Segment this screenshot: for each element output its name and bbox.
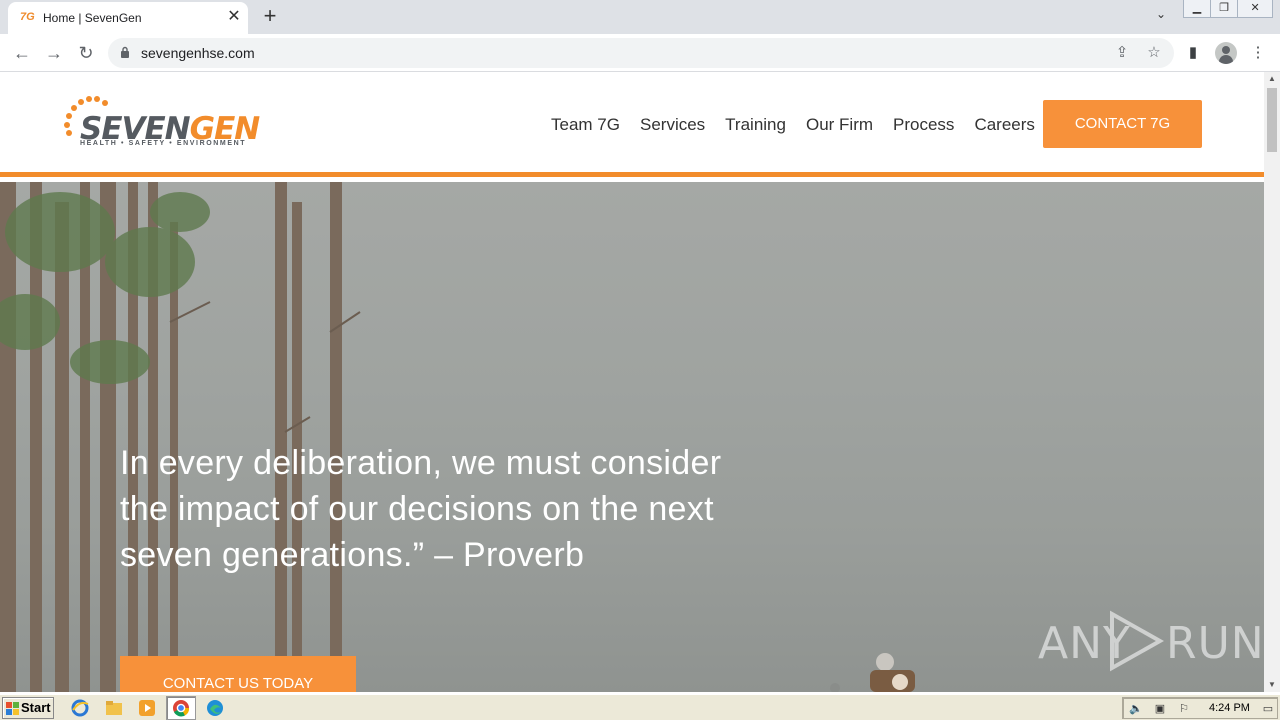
network-icon[interactable]: ▣ bbox=[1153, 702, 1167, 716]
tab-search-chevron-icon[interactable]: ⌄ bbox=[1150, 7, 1172, 27]
show-desktop-icon[interactable]: ▭ bbox=[1261, 702, 1275, 716]
nav-process[interactable]: Process bbox=[893, 115, 954, 135]
play-triangle-icon bbox=[1110, 610, 1164, 672]
taskbar: Start 🔈 ▣ ⚐ 4:24 PM ▭ bbox=[0, 694, 1280, 720]
contact-7g-button[interactable]: CONTACT 7G bbox=[1043, 100, 1202, 148]
window-controls: ▁ ❐ ✕ bbox=[1183, 0, 1273, 18]
main-nav: Team 7G Services Training Our Firm Proce… bbox=[551, 115, 1055, 135]
system-tray: 🔈 ▣ ⚐ 4:24 PM ▭ bbox=[1122, 697, 1278, 719]
bookmark-star-icon[interactable]: ☆ bbox=[1144, 43, 1164, 63]
new-tab-icon[interactable]: + bbox=[258, 4, 282, 28]
nav-services[interactable]: Services bbox=[640, 115, 705, 135]
window-close-icon[interactable]: ✕ bbox=[1238, 0, 1272, 17]
internet-explorer-icon[interactable] bbox=[70, 698, 90, 718]
clock: 4:24 PM bbox=[1209, 702, 1250, 714]
chrome-icon[interactable] bbox=[171, 698, 191, 718]
scroll-up-icon[interactable]: ▲ bbox=[1264, 72, 1280, 86]
logo-tagline: HEALTH • SAFETY • ENVIRONMENT bbox=[80, 140, 247, 147]
nav-team-7g[interactable]: Team 7G bbox=[551, 115, 620, 135]
address-bar[interactable]: sevengenhse.com ⇪ ☆ bbox=[108, 38, 1174, 68]
nav-training[interactable]: Training bbox=[725, 115, 786, 135]
tab-title: Home | SevenGen bbox=[43, 11, 142, 25]
share-icon[interactable]: ⇪ bbox=[1112, 43, 1132, 63]
start-button[interactable]: Start bbox=[2, 697, 54, 719]
scroll-thumb[interactable] bbox=[1267, 88, 1277, 152]
edge-icon[interactable] bbox=[205, 698, 225, 718]
nav-our-firm[interactable]: Our Firm bbox=[806, 115, 873, 135]
forward-arrow-icon[interactable]: → bbox=[42, 41, 66, 65]
nav-careers[interactable]: Careers bbox=[974, 115, 1034, 135]
tab-close-icon[interactable]: ✕ bbox=[224, 7, 244, 27]
page-viewport: SEVENGEN HEALTH • SAFETY • ENVIRONMENT T… bbox=[0, 72, 1264, 692]
pine-trees-image bbox=[0, 182, 361, 692]
file-explorer-icon[interactable] bbox=[104, 698, 124, 718]
windows-flag-icon bbox=[6, 702, 19, 715]
back-arrow-icon[interactable]: ← bbox=[10, 41, 34, 65]
flag-icon[interactable]: ⚐ bbox=[1177, 702, 1191, 716]
scroll-down-icon[interactable]: ▼ bbox=[1264, 678, 1280, 692]
hero-quote: In every deliberation, we must consider … bbox=[120, 444, 722, 574]
tab-strip: 7G Home | SevenGen ✕ + ⌄ ▁ ❐ ✕ bbox=[0, 0, 1280, 34]
contact-us-today-button[interactable]: CONTACT US TODAY bbox=[120, 656, 356, 692]
workers-image bbox=[830, 653, 915, 692]
anyrun-watermark: ANY RUN bbox=[1038, 610, 1264, 674]
side-panel-icon[interactable]: ▮ bbox=[1182, 42, 1204, 64]
site-favicon-icon: 7G bbox=[20, 11, 35, 23]
start-label: Start bbox=[21, 700, 51, 715]
menu-kebab-icon[interactable]: ⋮ bbox=[1247, 42, 1269, 64]
lock-icon bbox=[121, 46, 129, 58]
reload-icon[interactable]: ↻ bbox=[74, 41, 98, 65]
site-header: SEVENGEN HEALTH • SAFETY • ENVIRONMENT T… bbox=[0, 72, 1264, 177]
profile-avatar-icon[interactable] bbox=[1215, 42, 1237, 64]
volume-icon[interactable]: 🔈 bbox=[1129, 702, 1143, 716]
media-player-icon[interactable] bbox=[137, 698, 157, 718]
page-scrollbar[interactable]: ▲ ▼ bbox=[1264, 72, 1280, 692]
restore-icon[interactable]: ❐ bbox=[1211, 0, 1239, 17]
browser-toolbar: ← → ↻ sevengenhse.com ⇪ ☆ ▮ ⋮ bbox=[0, 34, 1280, 72]
minimize-icon[interactable]: ▁ bbox=[1184, 0, 1212, 17]
hero-section: In every deliberation, we must consider … bbox=[0, 182, 1264, 692]
sevengen-logo[interactable]: SEVENGEN HEALTH • SAFETY • ENVIRONMENT bbox=[64, 96, 264, 152]
browser-tab[interactable]: 7G Home | SevenGen ✕ bbox=[8, 2, 248, 34]
url-text: sevengenhse.com bbox=[141, 45, 255, 61]
